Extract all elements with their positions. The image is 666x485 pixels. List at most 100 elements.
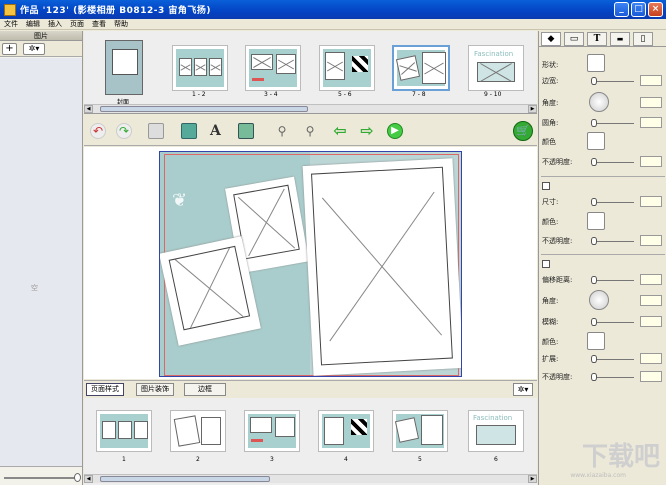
scrollbar-thumb[interactable] xyxy=(100,106,308,112)
opacity-input[interactable] xyxy=(640,235,662,246)
thumbnail-size-slider[interactable] xyxy=(4,473,81,482)
photo-placeholder-icon xyxy=(168,245,251,331)
page-properties-icon[interactable]: ◆ xyxy=(541,31,561,46)
corner-label: 圆角: xyxy=(542,119,559,127)
heart-decoration-icon: ❦ xyxy=(172,190,188,211)
add-photo-icon[interactable] xyxy=(181,123,197,139)
spread-input[interactable] xyxy=(640,353,662,364)
style-thumbnail-6[interactable]: Fascination xyxy=(468,410,524,452)
close-button[interactable]: × xyxy=(648,2,663,17)
document-icon[interactable]: ▯ xyxy=(633,31,653,46)
opacity-slider[interactable] xyxy=(591,237,597,245)
border-width-slider[interactable] xyxy=(591,77,597,85)
enable-checkbox[interactable] xyxy=(542,260,550,268)
shopping-cart-icon[interactable]: 🛒 xyxy=(513,121,533,141)
page-label: 9 - 10 xyxy=(484,91,502,98)
scroll-left-arrow-icon[interactable]: ◀ xyxy=(84,105,93,113)
ruler-icon[interactable]: ▬ xyxy=(610,31,630,46)
maximize-button[interactable]: □ xyxy=(631,2,646,17)
size-input[interactable] xyxy=(640,196,662,207)
scroll-right-arrow-icon[interactable]: ▶ xyxy=(528,475,537,483)
scrollbar-thumb[interactable] xyxy=(100,476,270,482)
tab-frames[interactable]: 边框 xyxy=(184,383,226,396)
text-properties-icon[interactable]: T xyxy=(587,31,607,46)
menu-page[interactable]: 页面 xyxy=(66,19,88,29)
play-preview-icon[interactable]: ▶ xyxy=(387,123,403,139)
spread-slider[interactable] xyxy=(591,355,597,363)
minimize-button[interactable]: _ xyxy=(614,2,629,17)
offset-slider[interactable] xyxy=(591,276,597,284)
menu-file[interactable]: 文件 xyxy=(0,19,22,29)
style-thumbnail-3[interactable] xyxy=(244,410,300,452)
size-slider[interactable] xyxy=(591,198,597,206)
cover-thumbnail[interactable] xyxy=(105,40,143,95)
previous-page-icon[interactable]: ⇦ xyxy=(332,123,348,139)
style-strip-scrollbar[interactable]: ◀ ▶ xyxy=(84,474,537,483)
page-thumbnail-5-6[interactable] xyxy=(319,45,375,91)
page-label: 1 - 2 xyxy=(192,91,206,98)
page-strip-scrollbar[interactable]: ◀ ▶ xyxy=(84,104,537,113)
shape-label: 形状: xyxy=(542,61,559,69)
shape-selector[interactable] xyxy=(587,54,605,72)
menu-help[interactable]: 帮助 xyxy=(110,19,132,29)
page-thumbnail-9-10[interactable]: Fascination xyxy=(468,45,524,91)
page-label: 5 - 6 xyxy=(338,91,352,98)
opacity-input[interactable] xyxy=(640,156,662,167)
album-spread[interactable]: ❦ xyxy=(159,151,462,377)
zoom-in-icon[interactable]: ⚲ xyxy=(302,123,318,139)
blur-input[interactable] xyxy=(640,316,662,327)
offset-input[interactable] xyxy=(640,274,662,285)
page-label: 3 - 4 xyxy=(264,91,278,98)
color-swatch[interactable] xyxy=(587,132,605,150)
page-thumbnail-3-4[interactable] xyxy=(245,45,301,91)
style-thumbnail-1[interactable] xyxy=(96,410,152,452)
add-text-icon[interactable]: A xyxy=(210,123,226,139)
color-swatch[interactable] xyxy=(587,332,605,350)
image-list[interactable]: 空 xyxy=(0,58,82,467)
add-decoration-icon[interactable] xyxy=(238,123,254,139)
opacity-label: 不透明度: xyxy=(542,158,573,166)
page-thumbnail-1-2[interactable] xyxy=(172,45,228,91)
style-label: 2 xyxy=(196,456,200,463)
gear-menu-button[interactable]: ✲▾ xyxy=(23,42,45,55)
zoom-out-icon[interactable]: ⚲ xyxy=(274,123,290,139)
corner-slider[interactable] xyxy=(591,119,597,127)
photo-frame-3[interactable] xyxy=(302,158,461,376)
gear-icon[interactable]: ✲▾ xyxy=(513,383,533,396)
border-width-input[interactable] xyxy=(640,75,662,86)
style-thumbnail-4[interactable] xyxy=(318,410,374,452)
opacity-slider[interactable] xyxy=(591,373,597,381)
next-page-icon[interactable]: ⇨ xyxy=(359,123,375,139)
redo-icon[interactable]: ↷ xyxy=(116,123,132,139)
frame-properties-icon[interactable]: ▭ xyxy=(564,31,584,46)
style-thumbnail-5[interactable] xyxy=(392,410,448,452)
color-label: 颜色: xyxy=(542,338,559,346)
style-label: 3 xyxy=(270,456,274,463)
opacity-slider[interactable] xyxy=(591,158,597,166)
angle-input[interactable] xyxy=(640,97,662,108)
page-thumbnail-7-8[interactable] xyxy=(392,45,450,91)
tab-page-styles[interactable]: 页面样式 xyxy=(86,383,124,396)
undo-icon[interactable]: ↶ xyxy=(90,123,106,139)
menu-edit[interactable]: 编辑 xyxy=(22,19,44,29)
blur-slider[interactable] xyxy=(591,318,597,326)
add-image-button[interactable]: + xyxy=(2,42,17,55)
delete-icon[interactable] xyxy=(148,123,164,139)
style-thumbnail-2[interactable] xyxy=(170,410,226,452)
corner-input[interactable] xyxy=(640,117,662,128)
angle-dial[interactable] xyxy=(589,290,609,310)
enable-checkbox[interactable] xyxy=(542,182,550,190)
opacity-input[interactable] xyxy=(640,371,662,382)
tab-image-decorations[interactable]: 图片装饰 xyxy=(136,383,174,396)
angle-input[interactable] xyxy=(640,295,662,306)
scroll-right-arrow-icon[interactable]: ▶ xyxy=(528,105,537,113)
angle-label: 角度: xyxy=(542,297,559,305)
scroll-left-arrow-icon[interactable]: ◀ xyxy=(84,475,93,483)
thumb-text: Fascination xyxy=(474,50,514,58)
angle-dial[interactable] xyxy=(589,92,609,112)
menu-insert[interactable]: 插入 xyxy=(44,19,66,29)
slider-knob[interactable] xyxy=(74,473,81,482)
menu-view[interactable]: 查看 xyxy=(88,19,110,29)
color-swatch[interactable] xyxy=(587,212,605,230)
design-canvas[interactable]: ❦ xyxy=(84,147,537,379)
